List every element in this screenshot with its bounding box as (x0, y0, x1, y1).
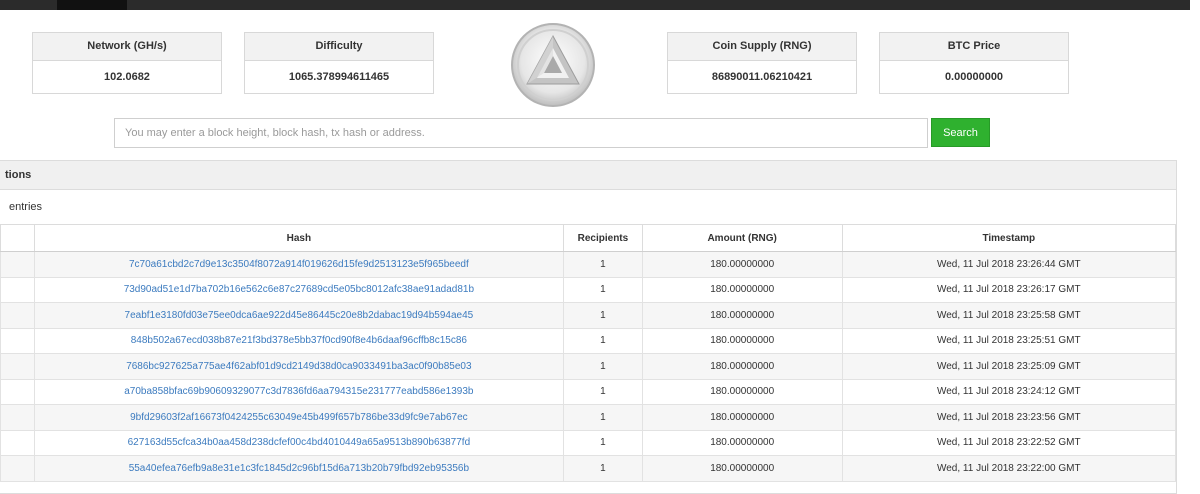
column-header-amount[interactable]: Amount (RNG) (641, 224, 843, 252)
row-blank-cell (0, 302, 35, 329)
search-input[interactable] (114, 118, 928, 148)
stat-label: Coin Supply (RNG) (668, 33, 856, 61)
tx-hash-link[interactable]: 9bfd29603f2af16673f0424255c63049e45b499f… (130, 412, 468, 423)
amount-cell: 180.00000000 (641, 429, 843, 456)
hash-cell: 7686bc927625a775ae4f62abf01d9cd2149d38d0… (33, 353, 565, 380)
row-blank-cell (0, 327, 35, 354)
column-header-timestamp[interactable]: Timestamp (841, 224, 1176, 252)
amount-cell: 180.00000000 (641, 251, 843, 278)
stat-value: 86890011.06210421 (711, 71, 813, 83)
stat-value: 0.00000000 (944, 71, 1004, 83)
hash-cell: 627163d55cfca34b0aa458d238dcfef00c4bd401… (33, 429, 565, 456)
timestamp-cell: Wed, 11 Jul 2018 23:26:44 GMT (841, 251, 1176, 278)
hash-cell: 7eabf1e3180fd03e75ee0dca6ae922d45e86445c… (33, 302, 565, 329)
triangle-logo-icon[interactable] (510, 22, 596, 108)
recipients-cell: 1 (563, 327, 643, 354)
amount-cell: 180.00000000 (641, 276, 843, 303)
recipients-cell: 1 (563, 378, 643, 405)
table-header-row: Hash Recipients Amount (RNG) Timestamp (0, 224, 1176, 252)
amount-cell: 180.00000000 (641, 404, 843, 431)
top-bar-accent (57, 0, 127, 10)
hash-cell: 848b502a67ecd038b87e21f3bd378e5bb37f0cd9… (33, 327, 565, 354)
timestamp-cell: Wed, 11 Jul 2018 23:25:09 GMT (841, 353, 1176, 380)
table-row: 55a40efea76efb9a8e31e1c3fc1845d2c96bf15d… (0, 455, 1176, 482)
table-row: 7686bc927625a775ae4f62abf01d9cd2149d38d0… (0, 353, 1176, 380)
table-row: 9bfd29603f2af16673f0424255c63049e45b499f… (0, 404, 1176, 431)
amount-cell: 180.00000000 (641, 327, 843, 354)
table-row: 7eabf1e3180fd03e75ee0dca6ae922d45e86445c… (0, 302, 1176, 329)
recipients-cell: 1 (563, 302, 643, 329)
row-blank-cell (0, 378, 35, 405)
timestamp-cell: Wed, 11 Jul 2018 23:22:52 GMT (841, 429, 1176, 456)
search-button[interactable]: Search (931, 118, 990, 147)
stat-value: 1065.378994611465 (288, 71, 390, 83)
stat-label: Difficulty (245, 33, 433, 61)
tx-hash-link[interactable]: 55a40efea76efb9a8e31e1c3fc1845d2c96bf15d… (129, 463, 469, 474)
tx-hash-link[interactable]: 7c70a61cbd2c7d9e13c3504f8072a914f019626d… (129, 259, 469, 270)
stat-difficulty: Difficulty 1065.378994611465 (244, 32, 434, 94)
panel-title: tions (0, 161, 1176, 190)
recipients-cell: 1 (563, 455, 643, 482)
hash-cell: 7c70a61cbd2c7d9e13c3504f8072a914f019626d… (33, 251, 565, 278)
recipients-cell: 1 (563, 251, 643, 278)
hash-cell: a70ba858bfac69b90609329077c3d7836fd6aa79… (33, 378, 565, 405)
recipients-cell: 1 (563, 429, 643, 456)
table-row: 73d90ad51e1d7ba702b16e562c6e87c27689cd5e… (0, 276, 1176, 303)
tx-hash-link[interactable]: 848b502a67ecd038b87e21f3bd378e5bb37f0cd9… (131, 335, 467, 346)
row-blank-cell (0, 276, 35, 303)
column-header-hash[interactable]: Hash (33, 224, 565, 252)
amount-cell: 180.00000000 (641, 455, 843, 482)
hash-cell: 55a40efea76efb9a8e31e1c3fc1845d2c96bf15d… (33, 455, 565, 482)
column-header-recipients[interactable]: Recipients (563, 224, 643, 252)
row-blank-cell (0, 353, 35, 380)
recipients-cell: 1 (563, 276, 643, 303)
amount-cell: 180.00000000 (641, 378, 843, 405)
amount-cell: 180.00000000 (641, 353, 843, 380)
tx-hash-link[interactable]: 7686bc927625a775ae4f62abf01d9cd2149d38d0… (126, 361, 471, 372)
top-bar (0, 0, 1200, 10)
recipients-cell: 1 (563, 353, 643, 380)
transactions-table: Hash Recipients Amount (RNG) Timestamp 7… (0, 224, 1176, 482)
stat-label: Network (GH/s) (33, 33, 221, 61)
table-row: a70ba858bfac69b90609329077c3d7836fd6aa79… (0, 378, 1176, 405)
stat-btc-price: BTC Price 0.00000000 (879, 32, 1069, 94)
row-blank-cell (0, 455, 35, 482)
table-body: 7c70a61cbd2c7d9e13c3504f8072a914f019626d… (0, 251, 1176, 482)
entries-label: entries (9, 201, 43, 213)
timestamp-cell: Wed, 11 Jul 2018 23:22:00 GMT (841, 455, 1176, 482)
table-row: 7c70a61cbd2c7d9e13c3504f8072a914f019626d… (0, 251, 1176, 278)
amount-cell: 180.00000000 (641, 302, 843, 329)
row-blank-cell (0, 251, 35, 278)
table-row: 627163d55cfca34b0aa458d238dcfef00c4bd401… (0, 429, 1176, 456)
timestamp-cell: Wed, 11 Jul 2018 23:26:17 GMT (841, 276, 1176, 303)
top-bar-edge (1190, 0, 1200, 10)
table-row: 848b502a67ecd038b87e21f3bd378e5bb37f0cd9… (0, 327, 1176, 354)
row-blank-cell (0, 429, 35, 456)
tx-hash-link[interactable]: 73d90ad51e1d7ba702b16e562c6e87c27689cd5e… (124, 284, 474, 295)
hash-cell: 9bfd29603f2af16673f0424255c63049e45b499f… (33, 404, 565, 431)
recipients-cell: 1 (563, 404, 643, 431)
stat-coin-supply: Coin Supply (RNG) 86890011.06210421 (667, 32, 857, 94)
column-header-blank (0, 224, 35, 252)
stat-value: 102.0682 (104, 71, 150, 83)
stat-label: BTC Price (880, 33, 1068, 61)
timestamp-cell: Wed, 11 Jul 2018 23:23:56 GMT (841, 404, 1176, 431)
hash-cell: 73d90ad51e1d7ba702b16e562c6e87c27689cd5e… (33, 276, 565, 303)
timestamp-cell: Wed, 11 Jul 2018 23:25:58 GMT (841, 302, 1176, 329)
timestamp-cell: Wed, 11 Jul 2018 23:24:12 GMT (841, 378, 1176, 405)
row-blank-cell (0, 404, 35, 431)
timestamp-cell: Wed, 11 Jul 2018 23:25:51 GMT (841, 327, 1176, 354)
tx-hash-link[interactable]: 7eabf1e3180fd03e75ee0dca6ae922d45e86445c… (125, 310, 474, 321)
tx-hash-link[interactable]: 627163d55cfca34b0aa458d238dcfef00c4bd401… (128, 437, 471, 448)
transactions-panel: tions entries Hash Recipients Amount (RN… (0, 160, 1177, 494)
stat-network: Network (GH/s) 102.0682 (32, 32, 222, 94)
tx-hash-link[interactable]: a70ba858bfac69b90609329077c3d7836fd6aa79… (124, 386, 473, 397)
